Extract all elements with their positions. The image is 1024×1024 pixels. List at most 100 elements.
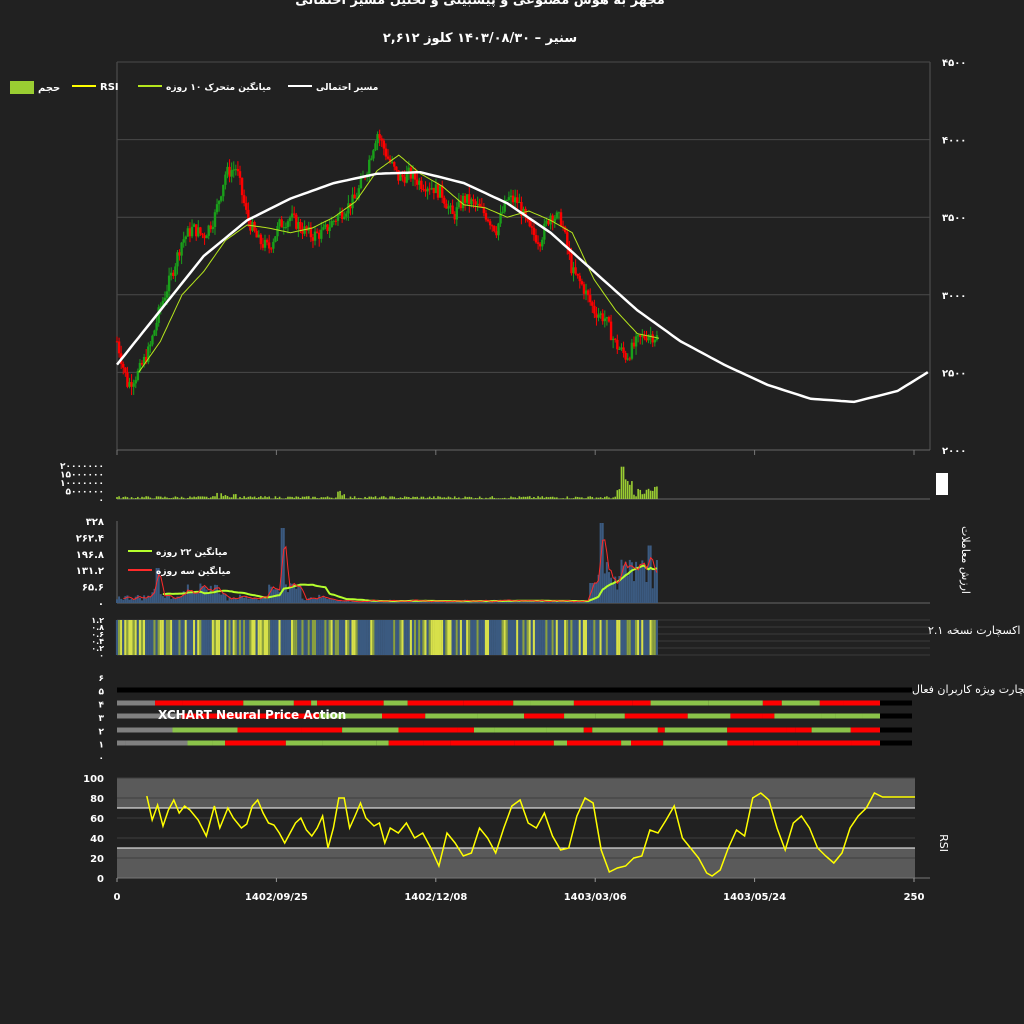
smart-money-bar [382, 620, 385, 655]
smart-money-bar [434, 620, 438, 655]
smart-money-bar [322, 620, 325, 655]
smart-money-bar [439, 620, 442, 655]
candle-body [630, 342, 634, 359]
volume-bar [518, 496, 521, 499]
candle-body [468, 194, 471, 205]
volume-bar [631, 481, 633, 499]
candle-body [315, 231, 319, 233]
smart-money-bar [303, 620, 306, 655]
smart-money-bar [199, 620, 202, 655]
smart-money-bar [645, 620, 648, 655]
candle-body [297, 222, 300, 229]
smart-money-bar [297, 620, 300, 655]
x-tick-label: 1403/03/06 [564, 892, 627, 903]
price-y-tick: ۳۵۰۰ [942, 213, 966, 224]
volume-bar [278, 496, 281, 499]
volume-bar [597, 497, 600, 499]
volume-bar [389, 496, 391, 499]
candle-body [195, 224, 198, 237]
smart-money-bar [140, 620, 144, 655]
candle-body [543, 223, 546, 240]
volume-bar [193, 496, 195, 499]
smart-money-bar [378, 620, 381, 655]
candle-body [359, 178, 363, 189]
candle-body [493, 225, 496, 232]
volume-bar [430, 497, 433, 499]
volume-bar [251, 497, 254, 499]
volume-bar [468, 496, 471, 499]
candle-body [574, 267, 577, 274]
volume-bar [626, 481, 629, 499]
smart-money-bar [295, 620, 298, 655]
smart-money-bar [622, 620, 625, 655]
candle-body [211, 226, 215, 230]
smart-money-bar [572, 620, 575, 655]
trade-value-bar [332, 599, 335, 603]
legend-ma10-label: میانگین متحرک ۱۰ روزه [166, 81, 271, 93]
volume-bar [401, 497, 404, 499]
candle-body [182, 239, 185, 243]
volume-bar [378, 497, 381, 499]
volume-bar [124, 496, 127, 499]
smart-money-bar [353, 620, 356, 655]
candle-body [149, 344, 152, 347]
volume-bar [537, 496, 539, 499]
volume-bar [241, 498, 243, 499]
candle-body [353, 194, 356, 199]
candle-body [538, 243, 542, 247]
volume-bar [489, 497, 491, 499]
candle-body [126, 372, 129, 387]
volume-bar [383, 496, 385, 499]
candle-body [622, 347, 625, 353]
smart-money-bar [507, 620, 511, 655]
volume-bar [305, 496, 308, 499]
smart-money-bar [587, 620, 590, 655]
trade-value-bar [120, 598, 123, 603]
smart-money-bar [213, 620, 217, 655]
volume-bar [526, 496, 529, 499]
candle-body [645, 338, 648, 341]
smart-money-bar [570, 620, 573, 655]
volume-bar [172, 497, 175, 499]
volume-bar [524, 496, 527, 499]
volume-bar [566, 496, 569, 499]
volume-bar [578, 497, 581, 499]
candle-body [426, 188, 429, 192]
smart-money-bar [393, 620, 396, 655]
candle-body [424, 189, 427, 192]
candle-body [491, 225, 494, 227]
smart-money-bar [355, 620, 358, 655]
candle-body [222, 184, 225, 197]
volume-bar [195, 497, 198, 499]
volume-bar [443, 497, 446, 499]
volume-bar [247, 496, 250, 499]
candle-body [203, 235, 206, 239]
smart-money-bar [430, 620, 433, 655]
smart-money-bar [405, 620, 408, 655]
volume-y-tick: ۰ [99, 496, 105, 506]
rsi-y-tick: 100 [83, 774, 104, 785]
candle-body [115, 341, 119, 343]
smart-money-bar [511, 620, 515, 655]
candle-body [401, 174, 404, 177]
candle-body [282, 227, 285, 229]
volume-bar [339, 490, 341, 499]
smart-money-bar [307, 620, 310, 655]
smart-money-bar [301, 620, 304, 655]
volume-bar [157, 496, 160, 499]
volume-bar [341, 495, 343, 499]
volume-bar [287, 496, 289, 499]
x-tick-label: 1402/12/08 [404, 892, 467, 903]
volume-bar [380, 496, 383, 499]
smart-money-bar [568, 620, 571, 655]
candle-body [486, 219, 490, 222]
trade-value-bar [224, 594, 227, 603]
smart-money-bar [616, 620, 619, 655]
volume-bar [543, 497, 546, 499]
smart-money-bar [432, 620, 435, 655]
volume-bar [485, 497, 487, 499]
trade-value-bar [334, 600, 337, 603]
smart-money-bar [172, 620, 175, 655]
trade-value-bar [616, 589, 619, 603]
smart-money-bar [411, 620, 415, 655]
